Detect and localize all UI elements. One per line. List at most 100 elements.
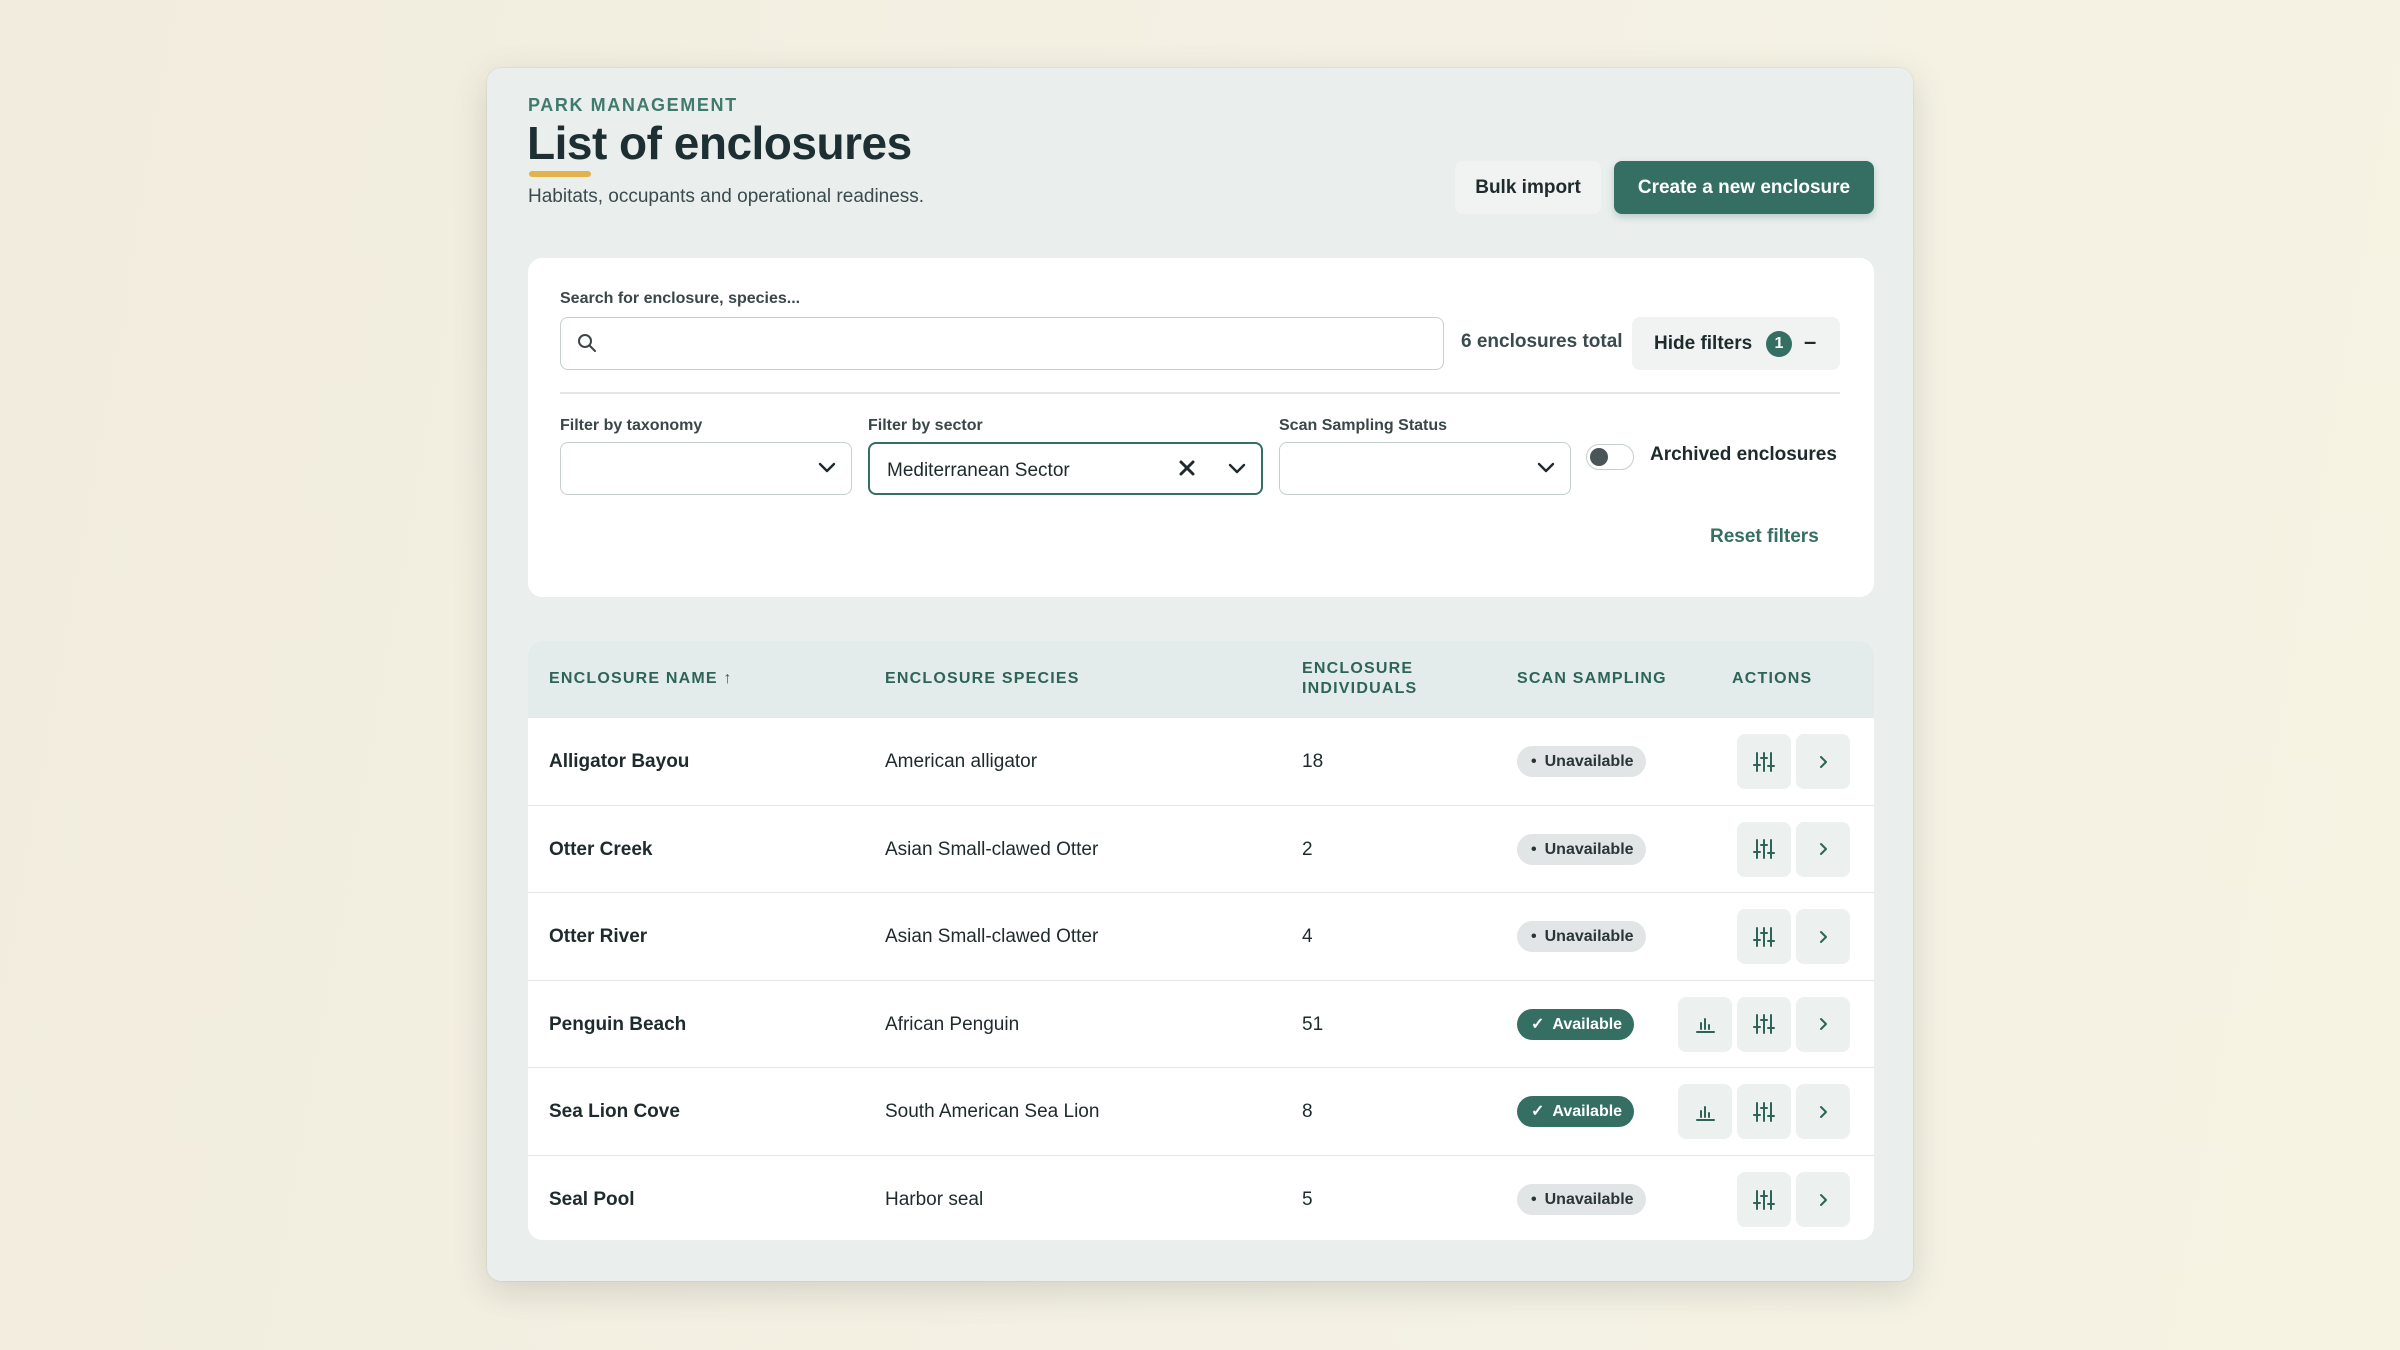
scan-status-badge: • Unavailable [1517,921,1646,953]
enclosure-name-cell[interactable]: Otter Creek [549,839,653,861]
enclosures-total: 6 enclosures total [1461,331,1623,352]
search-field[interactable] [560,317,1444,370]
sliders-icon[interactable] [1737,1172,1791,1227]
check-icon: ✓ [1531,1103,1545,1121]
enclosure-individuals-cell: 5 [1302,1189,1313,1210]
column-header-scan-sampling: SCAN SAMPLING [1517,670,1667,687]
scan-status-text: Unavailable [1544,753,1634,770]
table-row[interactable]: Sea Lion Cove South American Sea Lion 8 ✓ Av… [528,1067,1874,1154]
chevron-right-icon[interactable] [1796,1172,1850,1227]
page-subtitle: Habitats, occupants and operational read… [528,186,925,207]
scan-status-filter-label: Scan Sampling Status [1279,417,1448,434]
close-icon[interactable] [1177,458,1197,483]
active-filter-count-badge: 1 [1766,331,1792,357]
create-enclosure-button[interactable]: Create a new enclosure [1614,161,1874,214]
table-row[interactable]: Otter River Asian Small-clawed Otter 4 • Una… [528,892,1874,979]
archived-toggle-knob [1590,448,1608,466]
scan-status-badge: • Unavailable [1517,1184,1646,1215]
hide-filters-button[interactable]: Hide filters 1 – [1632,317,1840,370]
enclosures-table: ENCLOSURE NAME ↑ ENCLOSURE SPECIES ENCLO… [528,641,1874,1240]
chevron-right-icon[interactable] [1796,909,1850,965]
column-individuals-line2: INDIVIDUALS [1302,680,1418,697]
column-individuals-line1: ENCLOSURE [1302,660,1414,677]
filters-divider [560,392,1840,394]
taxonomy-filter-label: Filter by taxonomy [560,417,703,434]
scan-status-text: Available [1552,1103,1623,1121]
enclosures-panel: PARK MANAGEMENT List of enclosures Habit… [487,68,1913,1281]
table-row[interactable]: Otter Creek Asian Small-clawed Otter 2 • Una… [528,804,1874,892]
archived-toggle[interactable] [1586,444,1634,470]
scan-status-badge: • Unavailable [1517,746,1646,777]
archived-label: Archived enclosures [1650,444,1837,465]
enclosure-name-cell[interactable]: Sea Lion Cove [549,1101,680,1123]
enclosure-individuals-cell: 2 [1302,838,1313,860]
dot-icon: • [1531,1191,1537,1208]
sliders-icon[interactable] [1737,821,1791,877]
scan-status-badge: ✓ Available [1517,1008,1635,1040]
enclosure-name-cell[interactable]: Seal Pool [549,1189,635,1211]
chevron-right-icon[interactable] [1796,734,1850,789]
enclosure-individuals-cell: 51 [1302,1013,1324,1035]
enclosure-name-cell[interactable]: Otter River [549,926,647,948]
sliders-icon[interactable] [1737,734,1791,789]
table-row[interactable]: Seal Pool Harbor seal 5 • Unavailable [528,1155,1874,1240]
scan-status-text: Available [1552,1015,1623,1033]
bulk-import-button[interactable]: Bulk import [1455,161,1601,214]
column-name-label: ENCLOSURE NAME [549,670,718,687]
dot-icon: • [1531,840,1537,858]
scan-status-text: Unavailable [1544,840,1634,858]
scan-status-badge: ✓ Available [1517,1096,1635,1128]
enclosure-name-cell[interactable]: Alligator Bayou [549,751,689,773]
enclosure-species-cell: South American Sea Lion [885,1101,1100,1123]
sector-filter-select[interactable]: Mediterranean Sector [868,442,1263,495]
scan-status-badge: • Unavailable [1517,833,1646,865]
hide-filters-label: Hide filters [1654,333,1753,354]
sliders-icon[interactable] [1737,1084,1791,1140]
chevron-right-icon[interactable] [1796,996,1850,1052]
table-header: ENCLOSURE NAME ↑ ENCLOSURE SPECIES ENCLO… [528,641,1874,717]
enclosure-individuals-cell: 8 [1302,1101,1313,1123]
chevron-right-icon[interactable] [1796,1084,1850,1140]
sector-filter-value: Mediterranean Sector [887,460,1070,481]
title-underline [529,171,591,177]
reset-filters-link[interactable]: Reset filters [1710,526,1819,548]
column-header-species: ENCLOSURE SPECIES [885,670,1080,687]
chevron-down-icon [817,460,837,481]
sort-ascending-icon: ↑ [723,670,733,687]
enclosure-species-cell: African Penguin [885,1013,1020,1035]
chevron-down-icon [1227,461,1247,482]
sector-filter-label: Filter by sector [868,417,983,434]
chevron-down-icon [1536,460,1556,481]
enclosure-individuals-cell: 18 [1302,751,1324,772]
enclosure-species-cell: American alligator [885,751,1038,772]
filters-panel: Search for enclosure, species... 6 enclo… [528,258,1874,597]
enclosure-individuals-cell: 4 [1302,926,1313,948]
page-title: List of enclosures [527,117,912,169]
enclosure-species-cell: Harbor seal [885,1189,984,1210]
search-icon [577,333,597,358]
chevron-right-icon[interactable] [1796,821,1850,877]
search-label: Search for enclosure, species... [560,290,801,307]
table-row[interactable]: Alligator Bayou American alligator 18 • Unav… [528,717,1874,804]
scan-status-text: Unavailable [1544,1191,1634,1208]
enclosure-species-cell: Asian Small-clawed Otter [885,838,1099,860]
sliders-icon[interactable] [1737,909,1791,965]
dot-icon: • [1531,928,1537,946]
search-input[interactable] [609,318,1429,368]
column-header-actions: ACTIONS [1732,670,1813,687]
taxonomy-filter-select[interactable] [560,442,852,495]
column-header-individuals: ENCLOSURE INDIVIDUALS [1302,659,1417,699]
table-row[interactable]: Penguin Beach African Penguin 51 ✓ Available [528,979,1874,1067]
check-icon: ✓ [1531,1015,1545,1033]
bar-chart-icon[interactable] [1678,996,1732,1052]
collapse-icon: – [1804,329,1817,354]
sliders-icon[interactable] [1737,996,1791,1052]
scan-status-filter-select[interactable] [1279,442,1571,495]
bar-chart-icon[interactable] [1678,1084,1732,1140]
enclosure-species-cell: Asian Small-clawed Otter [885,926,1099,948]
dot-icon: • [1531,753,1537,770]
section-eyebrow: PARK MANAGEMENT [528,95,738,115]
column-header-name[interactable]: ENCLOSURE NAME ↑ [549,669,733,689]
enclosure-name-cell[interactable]: Penguin Beach [549,1014,686,1036]
scan-status-text: Unavailable [1544,928,1634,946]
